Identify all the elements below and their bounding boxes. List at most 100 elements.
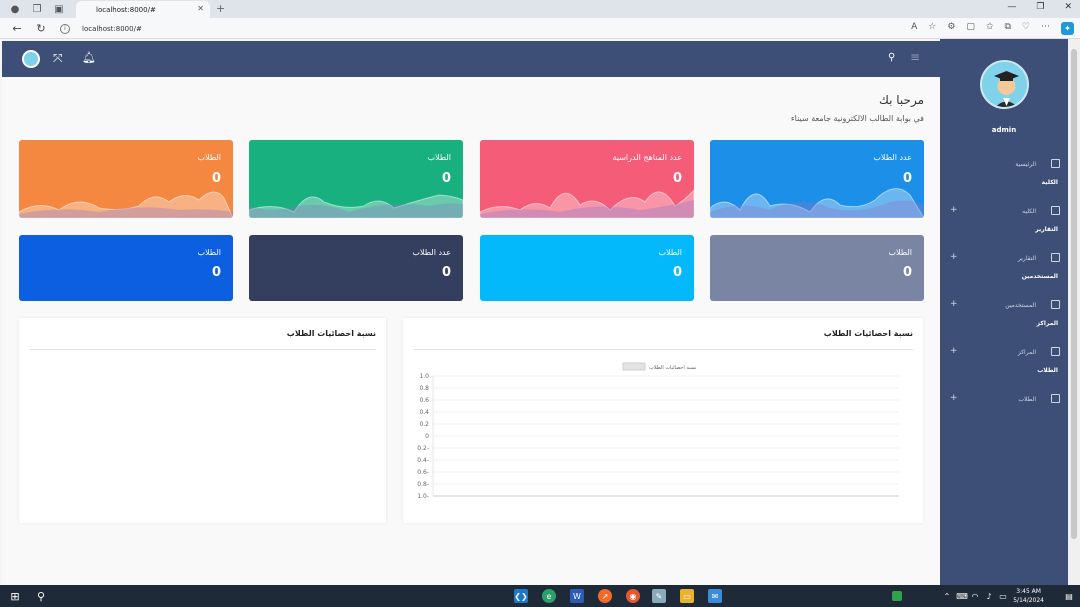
stat-card-label: الطلاب — [427, 153, 451, 162]
sidebar-item[interactable]: الرئيسية — [950, 158, 1060, 172]
stat-card-label: الطلاب — [888, 248, 912, 257]
favorite-star-icon[interactable]: ☆ — [928, 22, 936, 35]
volume-icon[interactable]: ♪ — [982, 589, 996, 603]
stat-card-value: 0 — [672, 171, 682, 186]
sidebar: admin الرئيسية الكلية + الكليه التقارير + التق… — [940, 39, 1068, 585]
windows-start-icon[interactable]: ⊞ — [8, 589, 22, 603]
copilot-icon[interactable]: ✦ — [1061, 22, 1074, 35]
sidebar-item[interactable]: + الكليه — [950, 205, 1060, 219]
grid-icon — [1051, 159, 1060, 168]
search-icon[interactable]: ⚲ — [34, 589, 48, 603]
notes-icon[interactable]: ✎ — [652, 589, 666, 603]
sidebar-item[interactable]: + الطلاب — [950, 393, 1060, 407]
favorites-icon[interactable]: ✩ — [986, 22, 994, 35]
stat-card-label: الطلاب — [658, 248, 682, 257]
info-icon[interactable]: i — [60, 23, 70, 34]
firefox-icon[interactable]: ◉ — [626, 589, 640, 603]
sparkline-wave — [480, 189, 694, 218]
page-subtitle: في بوابة الطالب الالكترونية جامعة سيناء — [790, 114, 924, 123]
tray-chevron-icon[interactable]: ⌃ — [940, 589, 954, 603]
stats-chart-panel: نسبة احصائيات الطلاب نسبة احصائيات الطلا… — [403, 318, 923, 523]
postman-icon[interactable]: ↗ — [598, 589, 612, 603]
panel-divider — [29, 349, 376, 350]
extensions-icon[interactable]: ⚙ — [947, 22, 955, 35]
refresh-icon[interactable]: ↻ — [34, 22, 48, 35]
sidebar-item-label: الكليه — [1022, 208, 1036, 215]
browser-essentials-icon[interactable]: ♡ — [1022, 22, 1030, 35]
sidebar-item[interactable]: + المستخدمين — [950, 299, 1060, 313]
page-title: مرحبا بك — [878, 93, 924, 107]
tray-keyboard-icon[interactable]: ⌨ — [955, 589, 969, 603]
vscode-icon[interactable]: ❮❯ — [514, 589, 528, 603]
bell-icon[interactable]: 🔔︎ — [82, 51, 96, 64]
edge-icon[interactable]: e — [542, 589, 556, 603]
sparkline-wave — [19, 191, 233, 218]
clock-date: 5/14/2024 — [1013, 597, 1044, 604]
sidebar-item[interactable]: + التقارير — [950, 252, 1060, 266]
y-tick-label: 0.4- — [417, 457, 429, 464]
line-chart: نسبة احصائيات الطلاب 1.0 0.8 0.6 0.4 0.2 0 0.2-… — [417, 362, 899, 500]
workspaces-icon[interactable]: ❐ — [30, 2, 44, 16]
calendar-icon — [1051, 347, 1060, 356]
minimize-button[interactable]: — — [1007, 2, 1016, 12]
page-scrollbar[interactable] — [1068, 39, 1080, 585]
sidebar-item-label: الرئيسية — [1015, 161, 1036, 168]
collections-icon[interactable]: ⧉ — [1004, 22, 1010, 35]
graduate-icon — [994, 71, 1019, 107]
tab-title: localhost:8000/# — [96, 5, 156, 14]
search-icon[interactable]: ⚲ — [888, 52, 895, 63]
file-explorer-icon[interactable]: ▭ — [680, 589, 694, 603]
notifications-icon[interactable]: ▤ — [1062, 589, 1076, 603]
word-icon[interactable]: W — [570, 589, 584, 603]
y-tick-label: 0.6- — [417, 469, 429, 476]
stat-card-value: 0 — [211, 265, 221, 280]
y-tick-label: 1.0 — [419, 373, 429, 380]
tab-actions-icon[interactable]: ▣ — [52, 2, 66, 16]
sidebar-username: admin — [991, 126, 1017, 134]
restore-button[interactable]: ❐ — [1036, 2, 1044, 12]
profile-icon[interactable]: ● — [8, 2, 22, 16]
sidebar-item-label: التقارير — [1017, 255, 1036, 262]
mail-icon[interactable]: ✉ — [708, 589, 722, 603]
stat-card: عدد الطلاب 0 — [710, 140, 924, 218]
taskbar-clock[interactable]: 3:45 AM 5/14/2024 — [1013, 587, 1044, 605]
menu-toggle-icon[interactable]: ≡ — [910, 50, 920, 64]
close-tab-icon[interactable]: ✕ — [197, 4, 204, 13]
browser-tab[interactable]: localhost:8000/# ✕ — [76, 1, 210, 18]
more-options-icon[interactable]: ⋯ — [1041, 22, 1050, 35]
back-icon[interactable]: ← — [10, 22, 24, 35]
sidebar-section-heading: المراكز — [1036, 320, 1058, 327]
tray-app-icon[interactable] — [892, 591, 902, 601]
url-field[interactable]: i localhost:8000/# — [60, 21, 900, 36]
battery-icon[interactable]: ▭ — [996, 589, 1010, 603]
top-navbar: ⤧ 🔔︎ ⚲ ≡ — [2, 41, 940, 77]
stat-card: الطلاب 0 — [19, 140, 233, 218]
stat-card-label: الطلاب — [197, 248, 221, 257]
expand-plus-icon[interactable]: + — [950, 346, 958, 356]
legend-label[interactable]: نسبة احصائيات الطلاب — [649, 365, 696, 371]
wifi-icon[interactable]: ◠ — [968, 589, 982, 603]
y-tick-label: 0 — [425, 433, 429, 440]
user-avatar-small[interactable] — [22, 50, 40, 68]
new-tab-button[interactable]: + — [216, 2, 225, 15]
legend-swatch[interactable] — [622, 362, 646, 371]
stat-card: عدد الطلاب 0 — [249, 235, 463, 301]
panel-title: نسبة احصائيات الطلاب — [286, 329, 376, 338]
expand-plus-icon[interactable]: + — [950, 205, 958, 215]
id-card-icon — [1051, 300, 1060, 309]
close-window-button[interactable]: ✕ — [1064, 2, 1072, 12]
expand-plus-icon[interactable]: + — [950, 299, 958, 309]
stat-card-value: 0 — [902, 265, 912, 280]
stat-card: الطلاب 0 — [710, 235, 924, 301]
expand-plus-icon[interactable]: + — [950, 252, 958, 262]
expand-plus-icon[interactable]: + — [950, 393, 958, 403]
split-screen-icon[interactable]: ▢ — [966, 22, 975, 35]
sidebar-section-heading: التقارير — [1035, 226, 1058, 233]
fullscreen-icon[interactable]: ⤧ — [53, 51, 63, 66]
user-avatar[interactable] — [980, 60, 1029, 109]
sidebar-item[interactable]: + المراكز — [950, 346, 1060, 360]
read-aloud-icon[interactable]: A — [911, 22, 917, 35]
scrollbar-thumb[interactable] — [1071, 49, 1077, 539]
y-tick-label: 0.8- — [417, 481, 429, 488]
stat-card: الطلاب 0 — [19, 235, 233, 301]
